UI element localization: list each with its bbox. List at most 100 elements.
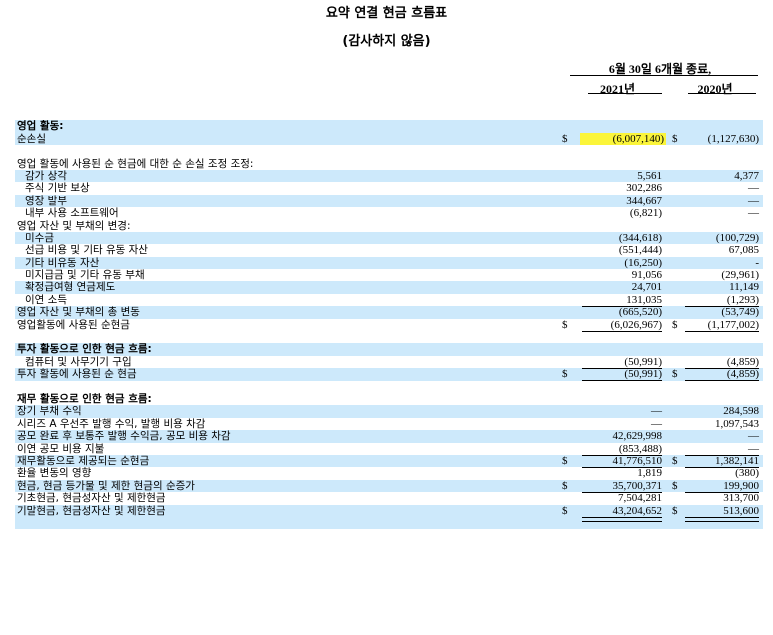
table-row: 영업 활동: [15,120,763,133]
table-row [15,108,763,120]
value-2021: 35,700,371 [612,479,663,492]
value-2020: 1,382,141 [715,454,759,467]
column-header-2021-underline [588,93,662,94]
table-row: 기말현금, 현금성자산 및 제한현금 $43,204,652 $513,600 [15,504,763,517]
table-row: 재무 활동으로 인한 현금 흐름: [15,393,763,405]
value-2020: — [748,194,759,207]
row-label: 확정급여형 연금제도 [25,281,116,294]
underline [582,467,662,469]
row-label: 컴퓨터 및 사무기기 구입 [25,355,132,368]
value-2021: (551,444) [618,244,662,257]
row-label: 주식 기반 보상 [25,182,90,195]
value-2020: — [748,442,759,455]
row-label: 영장 발부 [25,194,67,207]
row-label: 이연 공모 비용 지불 [17,442,105,455]
highlighted-net-loss-value: (6,007,140) [580,132,666,146]
underline [685,380,759,382]
cash-flow-table: 영업 활동: 순손실 $ (6,007,140) $ (1,127,630) 영업 활동에 … [15,108,763,530]
value-2020: (1,127,630) [707,132,759,145]
table-row: 감가 상각 5,561 4,377 [15,169,763,183]
value-2020: (4,859) [726,368,759,381]
currency-2020: $ [672,368,678,381]
value-2020: 1,097,543 [715,417,759,430]
value-2021: — [651,405,662,418]
currency-2020: $ [672,318,678,331]
value-2020: - [755,256,759,269]
double-underline [685,516,759,522]
value-2021: (6,821) [629,207,662,220]
statement-subtitle: (감사하지 않음) [342,34,431,49]
currency-2021: $ [562,479,568,492]
underline [582,305,662,307]
value-2020: 313,700 [723,492,759,505]
table-row: 투자 활동으로 인한 현금 흐름: [15,343,763,356]
underline [685,305,759,307]
currency-2021: $ [562,504,568,517]
value-2021: 41,776,510 [612,454,663,467]
table-row: 기초현금, 현금성자산 및 제한현금 7,504,281 313,700 [15,492,763,504]
value-2020: — [748,430,759,443]
value-2020: — [748,182,759,195]
header-rule [570,75,758,76]
value-2020: (380) [735,467,759,480]
currency-2020: $ [672,479,678,492]
underline [685,367,759,369]
row-label: 기말현금, 현금성자산 및 제한현금 [17,504,166,517]
row-label: 공모 완료 후 보통주 발행 수익금, 공모 비용 차감 [17,430,231,443]
value-2021: (6,026,967) [610,318,662,331]
statement-title: 요약 연결 현금 흐름표 [325,6,448,21]
underline [582,454,662,456]
value-2021: (50,991) [624,355,662,368]
currency-2021: $ [562,132,568,145]
value-2021: 91,056 [631,269,662,282]
value-2021: 131,035 [626,293,662,306]
table-row: 기타 비유동 자산 (16,250) - [15,256,763,270]
row-label: 미수금 [25,231,54,244]
row-label: 순손실 [17,132,46,145]
value-2021: 5,561 [637,169,662,182]
table-row: 영업 자산 및 부채의 총 변동 (665,520) (53,749) [15,306,763,319]
value-2021: 43,204,652 [612,504,663,517]
underline [582,330,662,332]
value-2020: 11,149 [729,281,759,294]
row-label: 선급 비용 및 기타 유동 자산 [25,244,148,257]
value-2021: 24,701 [631,281,662,294]
table-row: 영업활동에 사용된 순현금 $ (6,026,967) $ (1,177,002) [15,319,763,331]
table-row [15,145,763,157]
table-row: 영업 자산 및 부채의 변경: [15,220,763,232]
table-row: 주식 기반 보상 302,286 — [15,182,763,194]
value-2021: — [651,417,662,430]
row-label: 기초현금, 현금성자산 및 제한현금 [17,492,166,505]
value-2021: (50,991) [624,368,662,381]
value-2021: 344,667 [626,194,662,207]
row-label: 영업 활동: [17,120,64,133]
row-label: 영업 자산 및 부채의 변경: [17,219,131,232]
row-label: 내부 사용 소프트웨어 [25,207,119,220]
value-2020: 199,900 [723,479,759,492]
table-row: 순손실 $ (6,007,140) $ (1,127,630) [15,132,763,146]
table-row: 이연 소득 131,035 (1,293) [15,294,763,306]
row-label: 환율 변동의 영향 [17,467,92,480]
table-row [15,381,763,393]
row-label: 감가 상각 [25,169,67,182]
table-row: 영장 발부 344,667 — [15,194,763,208]
table-row: 영업 활동에 사용된 순 현금에 대한 순 손실 조정 조정: [15,158,763,170]
table-row: 공모 완료 후 보통주 발행 수익금, 공모 비용 차감 42,629,998 — [15,430,763,443]
value-2020: 513,600 [723,504,759,517]
row-label: 현금, 현금 등가물 및 제한 현금의 순증가 [17,479,195,492]
table-row: 미지급금 및 기타 유동 부채 91,056 (29,961) [15,269,763,281]
value-2020: (1,177,002) [707,318,759,331]
currency-2021: $ [562,368,568,381]
value-2021: (853,488) [618,442,662,455]
currency-2020: $ [672,132,678,145]
table-row: 시리즈 A 우선주 발행 수익, 발행 비용 차감 — 1,097,543 [15,418,763,430]
value-2020: 4,377 [734,169,759,182]
value-2020: — [748,207,759,220]
underline [685,454,759,456]
row-label: 시리즈 A 우선주 발행 수익, 발행 비용 차감 [17,417,206,430]
double-underline [582,516,662,522]
value-2021: 7,504,281 [618,492,662,505]
table-row: 미수금 (344,618) (100,729) [15,231,763,245]
table-row: 확정급여형 연금제도 24,701 11,149 [15,281,763,294]
value-2020: 67,085 [728,244,759,257]
